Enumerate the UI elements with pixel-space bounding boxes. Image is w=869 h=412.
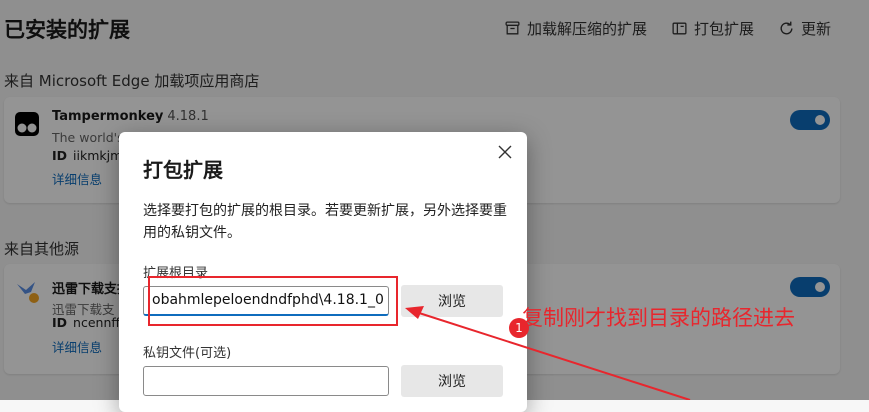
browse-key-button[interactable]: 浏览	[401, 365, 503, 397]
pack-extension-dialog: 打包扩展 选择要打包的扩展的根目录。若要更新扩展，另外选择要重用的私钥文件。 扩…	[119, 132, 527, 412]
annotation-text: 复制刚才找到目录的路径进去	[522, 306, 795, 330]
browse-root-button[interactable]: 浏览	[401, 285, 503, 317]
annotation-highlight-box	[148, 276, 398, 326]
private-key-label: 私钥文件(可选)	[143, 346, 232, 361]
dialog-title: 打包扩展	[143, 158, 223, 182]
dialog-description: 选择要打包的扩展的根目录。若要更新扩展，另外选择要重用的私钥文件。	[143, 203, 507, 241]
private-key-input[interactable]	[143, 366, 389, 396]
close-icon[interactable]	[495, 142, 515, 162]
